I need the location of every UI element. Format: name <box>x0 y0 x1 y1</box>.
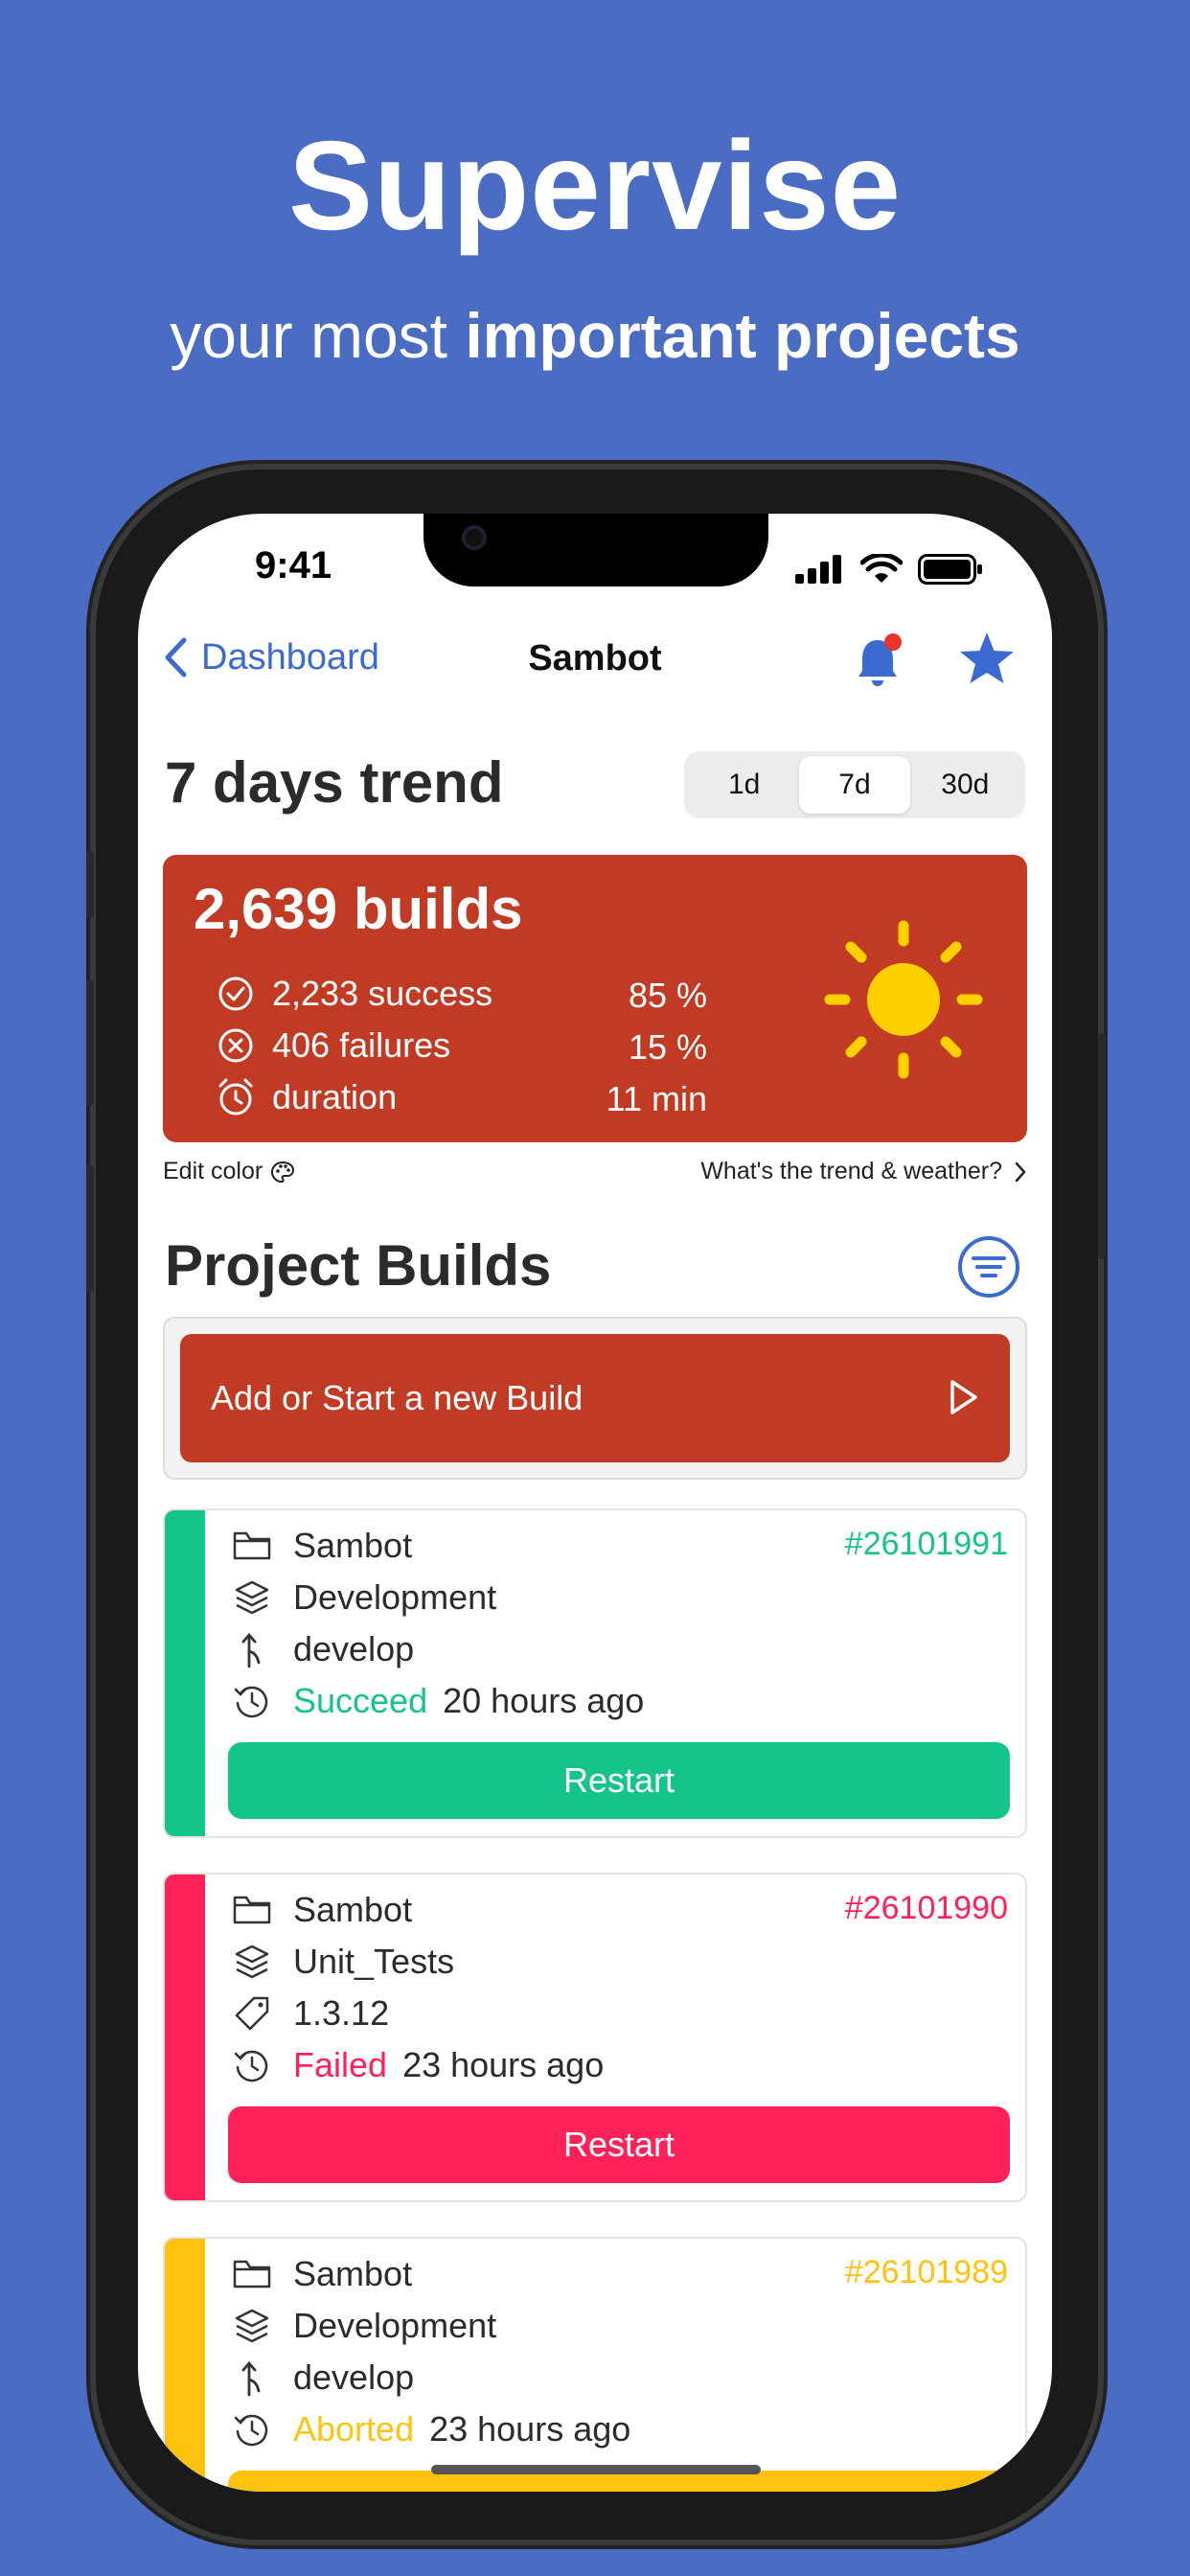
chevron-right-icon <box>1015 1162 1026 1182</box>
phone-power-button <box>1098 1033 1106 1259</box>
add-build-label: Add or Start a new Build <box>211 1378 584 1417</box>
phone-screen: 9:41 Dashboard Sambot 7 days trend 1d 7d… <box>138 514 1052 2492</box>
add-build-button[interactable]: Add or Start a new Build <box>180 1334 1010 1462</box>
history-icon <box>234 1686 268 1718</box>
front-camera <box>462 525 487 550</box>
star-icon[interactable] <box>958 631 1016 686</box>
build-status-strip <box>165 1510 205 1836</box>
notch <box>423 514 768 586</box>
build-ref-row: develop <box>230 1629 414 1669</box>
build-id: #26101991 <box>844 1526 1008 1562</box>
edit-color-button[interactable]: Edit color <box>163 1158 295 1185</box>
build-config-row: Development <box>230 1577 496 1618</box>
segment-7d[interactable]: 7d <box>799 756 910 814</box>
phone-volume-down <box>86 1165 94 1292</box>
phone-mute-switch <box>86 851 94 918</box>
trend-card[interactable]: 2,639 builds 2,233 success 85 % 406 fail… <box>163 855 1027 1142</box>
hero-subtitle-bold: important projects <box>465 300 1020 371</box>
build-card[interactable]: #26101990 Sambot Unit_Tests 1.3.12 Faile… <box>163 1873 1027 2202</box>
build-status: Failed <box>293 2045 388 2084</box>
build-ref-row: develop <box>230 2358 414 2398</box>
home-indicator[interactable] <box>431 2465 761 2474</box>
palette-icon <box>271 1161 295 1183</box>
build-config-row: Unit_Tests <box>230 1942 454 1982</box>
build-project-row: Sambot <box>230 1890 412 1930</box>
build-ref: 1.3.12 <box>293 1993 390 2033</box>
build-status: Succeed <box>293 1681 428 1720</box>
phone-volume-up <box>86 979 94 1106</box>
play-icon <box>950 1380 977 1414</box>
build-config: Development <box>293 1577 497 1617</box>
history-icon <box>234 2414 268 2447</box>
builds-count: 2,639 builds <box>194 877 523 941</box>
wifi-icon <box>860 554 903 583</box>
layers-icon <box>235 1580 269 1615</box>
hero-title: Supervise <box>288 115 902 256</box>
hero-subtitle: your most important projects <box>0 299 1190 372</box>
build-ref-row: 1.3.12 <box>230 1993 389 2034</box>
build-config: Development <box>293 2306 497 2345</box>
build-config-row: Development <box>230 2306 496 2346</box>
hero-subtitle-plain: your most <box>170 300 466 371</box>
edit-color-label: Edit color <box>163 1158 263 1184</box>
build-status-strip <box>165 1874 205 2200</box>
restart-button[interactable]: Restart <box>228 2106 1010 2183</box>
build-status: Aborted <box>293 2409 415 2449</box>
build-status-row: Aborted 23 hours ago <box>230 2409 630 2450</box>
build-time: 23 hours ago <box>429 2409 631 2449</box>
signal-icon <box>795 555 841 584</box>
duration-value: 11 min <box>606 1079 707 1118</box>
build-project-row: Sambot <box>230 2254 412 2294</box>
build-ref: develop <box>293 1629 415 1668</box>
trend-weather-label: What's the trend & weather? <box>700 1158 1002 1184</box>
build-id: #26101990 <box>844 1890 1008 1926</box>
segment-1d[interactable]: 1d <box>689 756 799 814</box>
build-ref: develop <box>293 2358 415 2397</box>
build-time: 20 hours ago <box>443 1681 645 1720</box>
trend-title: 7 days trend <box>165 750 504 815</box>
build-project-row: Sambot <box>230 1526 412 1566</box>
battery-icon <box>918 554 982 585</box>
bell-icon[interactable] <box>855 632 908 690</box>
build-project: Sambot <box>293 2254 413 2293</box>
build-status-row: Failed 23 hours ago <box>230 2045 604 2085</box>
layers-icon <box>235 2309 269 2343</box>
status-icons <box>795 554 983 585</box>
build-config: Unit_Tests <box>293 1942 455 1981</box>
status-time: 9:41 <box>255 544 332 586</box>
build-status-row: Succeed 20 hours ago <box>230 1681 644 1721</box>
restart-button[interactable]: Restart <box>228 1742 1010 1819</box>
branch-icon <box>241 2360 261 2397</box>
segment-30d[interactable]: 30d <box>910 756 1020 814</box>
build-status-strip <box>165 2239 205 2492</box>
build-id: #26101989 <box>844 2254 1008 2290</box>
folder-icon <box>233 1531 271 1560</box>
build-time: 23 hours ago <box>402 2045 605 2084</box>
build-project: Sambot <box>293 1526 413 1565</box>
branch-icon <box>241 1632 261 1668</box>
tag-icon <box>235 1996 269 2031</box>
layers-icon <box>235 1944 269 1979</box>
nav-title: Sambot <box>528 638 662 678</box>
folder-icon <box>233 1896 271 1924</box>
filter-icon[interactable] <box>956 1234 1021 1300</box>
build-card[interactable]: #26101989 Sambot Development develop Abo… <box>163 2237 1027 2492</box>
add-build-container: Add or Start a new Build <box>163 1317 1027 1480</box>
failures-percent: 15 % <box>628 1027 707 1067</box>
sun-icon <box>824 920 983 1079</box>
success-percent: 85 % <box>628 976 707 1015</box>
period-segmented-control: 1d 7d 30d <box>684 751 1025 818</box>
project-builds-title: Project Builds <box>165 1233 552 1298</box>
trend-weather-link[interactable]: What's the trend & weather? <box>700 1158 1027 1185</box>
folder-icon <box>233 2260 271 2288</box>
build-project: Sambot <box>293 1890 413 1929</box>
history-icon <box>234 2050 268 2082</box>
build-card[interactable]: #26101991 Sambot Development develop Suc… <box>163 1508 1027 1838</box>
